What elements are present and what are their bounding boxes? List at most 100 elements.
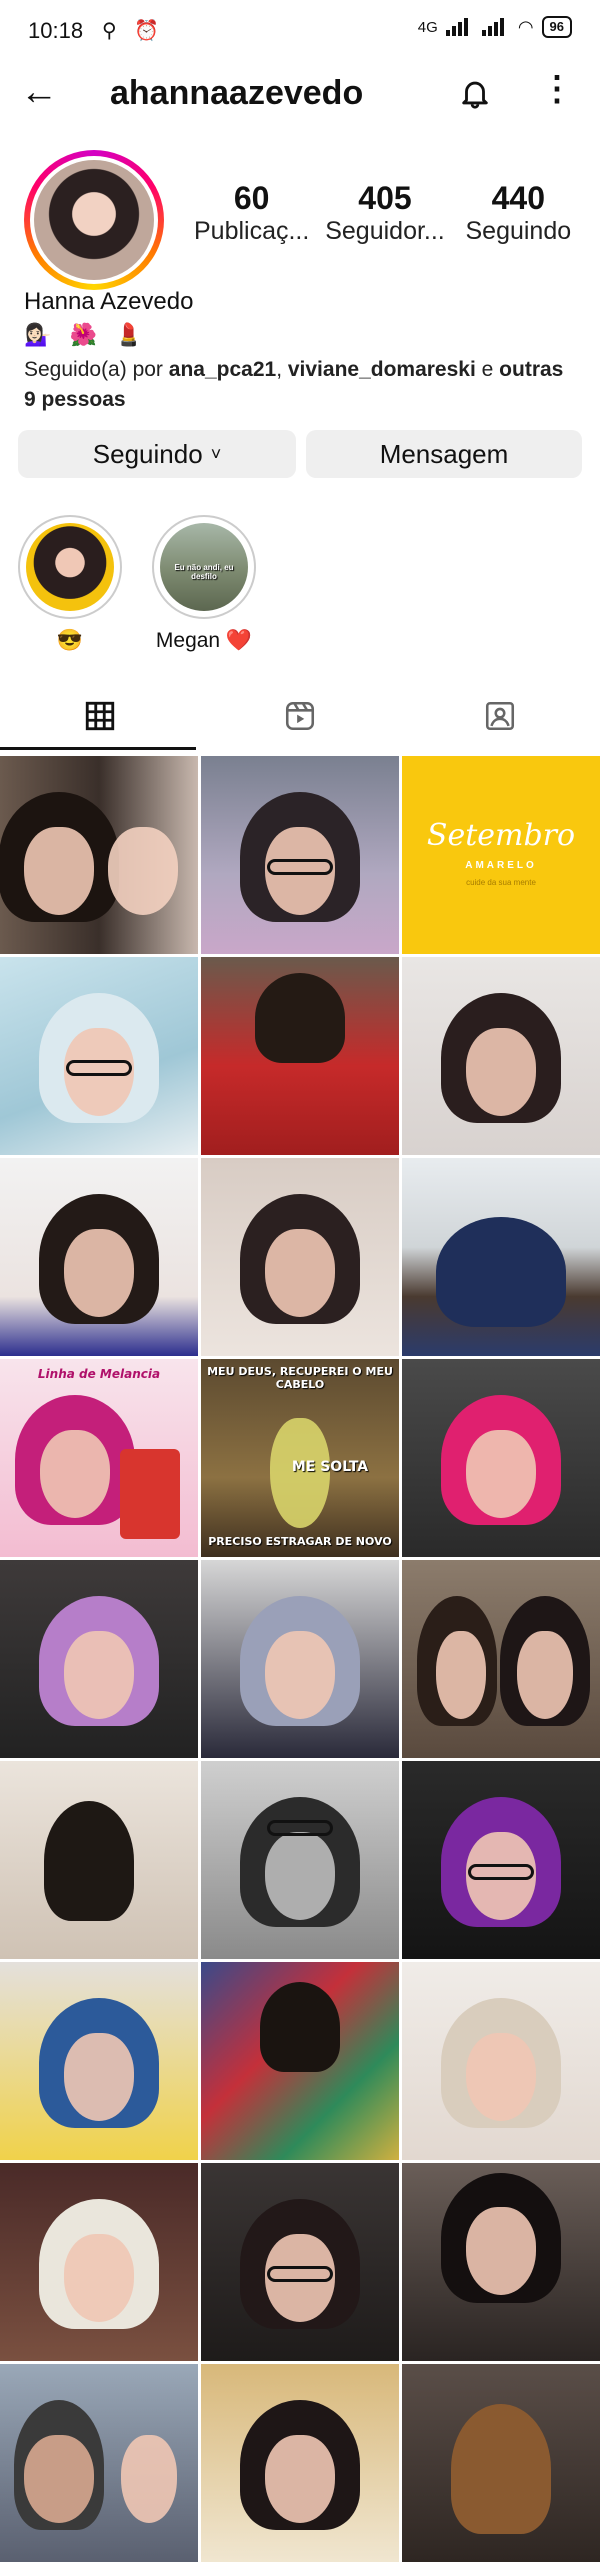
photo-face	[516, 1631, 573, 1720]
highlight-overlay-text: Eu não andi, eu desfilo	[174, 563, 234, 581]
tab-tagged[interactable]	[400, 688, 600, 744]
followed-user-1[interactable]: ana_pca21	[169, 358, 276, 381]
followed-separator: ,	[276, 358, 288, 381]
status-right-icons: 4G ◠ 96	[418, 16, 572, 38]
photo-face	[40, 1430, 111, 1519]
post-thumbnail[interactable]	[0, 1158, 198, 1356]
meme-top-text: MEU DEUS, RECUPEREI O MEU CABELO	[207, 1365, 393, 1391]
following-stat[interactable]: 440 Seguindo	[452, 180, 585, 246]
photo-face	[107, 827, 178, 916]
post-thumbnail[interactable]: Linha de Melancia	[0, 1359, 198, 1557]
followed-by-text[interactable]: Seguido(a) por ana_pca21, viviane_domare…	[24, 355, 564, 415]
photo-face	[466, 1430, 536, 1519]
photo-face	[265, 2435, 335, 2524]
chevron-down-icon: ˅	[210, 443, 222, 464]
post-thumbnail[interactable]	[402, 1158, 600, 1356]
post-thumbnail[interactable]: MEU DEUS, RECUPEREI O MEU CABELO ME SOLT…	[201, 1359, 399, 1557]
profile-header: ← ahannaazevedo ⋮	[0, 60, 600, 130]
tab-reels[interactable]	[200, 688, 400, 744]
network-type: 4G	[417, 18, 438, 36]
photo-glasses	[66, 1059, 132, 1076]
highlight-label: Megan ❤️	[155, 629, 253, 652]
post-thumbnail[interactable]	[201, 1158, 399, 1356]
profile-avatar[interactable]	[24, 150, 164, 290]
post-thumbnail[interactable]	[201, 756, 399, 954]
battery-icon: 96	[541, 16, 572, 38]
post-thumbnail[interactable]	[0, 1761, 198, 1959]
meme-mid-text: ME SOLTA	[291, 1459, 369, 1475]
post-thumbnail[interactable]	[402, 2364, 600, 2562]
post-thumbnail[interactable]	[402, 1761, 600, 1959]
photo-dog	[451, 2403, 551, 2534]
photo-face	[265, 1229, 335, 1318]
followed-user-2[interactable]: viviane_domareski	[288, 358, 476, 381]
photo-glasses	[267, 2265, 333, 2282]
photo-face	[64, 2033, 134, 2122]
following-button-label: Seguindo	[92, 438, 203, 469]
grid-icon	[85, 701, 115, 731]
message-button-label: Mensagem	[379, 438, 509, 469]
following-button[interactable]: Seguindo ˅	[18, 430, 296, 478]
post-thumbnail[interactable]	[402, 957, 600, 1155]
signal-icon	[445, 18, 474, 36]
post-thumbnail[interactable]	[402, 1560, 600, 1758]
post-thumbnail[interactable]	[402, 1359, 600, 1557]
post-thumbnail[interactable]	[0, 957, 198, 1155]
story-highlight[interactable]: Eu não andi, eu desfilo Megan ❤️	[152, 515, 256, 653]
signal-2-icon	[481, 18, 510, 36]
wifi-icon: ◠	[517, 16, 534, 37]
post-thumbnail[interactable]	[0, 756, 198, 954]
highlight-label: 😎	[56, 629, 84, 652]
more-vertical-icon[interactable]: ⋮	[540, 72, 574, 106]
post-thumbnail[interactable]	[402, 2163, 600, 2361]
photo-dog	[255, 972, 345, 1063]
post-thumbnail[interactable]: Setembro AMARELO cuide da sua mente	[402, 756, 600, 954]
tab-grid[interactable]	[0, 688, 200, 750]
message-button[interactable]: Mensagem	[306, 430, 582, 478]
profile-full-name: Hanna Azevedo	[24, 288, 194, 315]
avatar-border	[30, 156, 158, 284]
meme-bottom-text: PRECISO ESTRAGAR DE NOVO	[208, 1535, 392, 1548]
profile-stats: 60 Publicaç... 405 Seguidor... 440 Segui…	[185, 180, 585, 246]
highlight-cover: Eu não andi, eu desfilo	[160, 523, 248, 611]
photo-face	[265, 1832, 335, 1921]
post-thumbnail[interactable]	[0, 1962, 198, 2160]
posts-count: 60	[233, 180, 270, 216]
photo-person	[436, 1217, 566, 1328]
post-thumbnail[interactable]	[201, 1761, 399, 1959]
photo-face	[120, 2435, 177, 2524]
followers-count: 405	[358, 180, 412, 216]
post-thumbnail[interactable]	[0, 2364, 198, 2562]
followers-label: Seguidor...	[325, 217, 445, 245]
post-setembro-title: Setembro	[426, 818, 576, 853]
post-thumbnail[interactable]	[201, 1962, 399, 2160]
followers-stat[interactable]: 405 Seguidor...	[318, 180, 451, 246]
post-thumbnail[interactable]	[201, 2163, 399, 2361]
profile-tabs	[0, 688, 600, 750]
post-thumbnail[interactable]	[402, 1962, 600, 2160]
followed-prefix: Seguido(a) por	[24, 358, 169, 381]
tagged-icon	[485, 701, 515, 731]
post-thumbnail[interactable]	[0, 2163, 198, 2361]
username-title: ahannaazevedo	[110, 74, 364, 112]
photo-dog	[44, 1800, 134, 1921]
arrow-left-icon[interactable]: ←	[20, 72, 58, 112]
post-thumbnail[interactable]	[0, 1560, 198, 1758]
following-count: 440	[491, 180, 546, 216]
highlight-ring	[18, 515, 122, 619]
highlight-cover	[26, 523, 114, 611]
photo-face	[466, 1028, 536, 1117]
photo-face	[466, 2206, 536, 2295]
story-highlight[interactable]: 😎	[18, 515, 122, 653]
reels-icon	[285, 701, 315, 731]
post-thumbnail[interactable]	[201, 957, 399, 1155]
status-notification-icons: ⚲ ⏰	[102, 20, 166, 42]
post-setembro-sub: AMARELO	[465, 860, 537, 871]
photo-face	[64, 1631, 134, 1720]
post-thumbnail[interactable]	[201, 1560, 399, 1758]
posts-stat[interactable]: 60 Publicaç...	[185, 180, 318, 246]
posts-label: Publicaç...	[193, 217, 310, 245]
bell-icon[interactable]	[458, 76, 492, 110]
post-caption: Linha de Melancia	[37, 1367, 161, 1381]
post-thumbnail[interactable]	[201, 2364, 399, 2562]
